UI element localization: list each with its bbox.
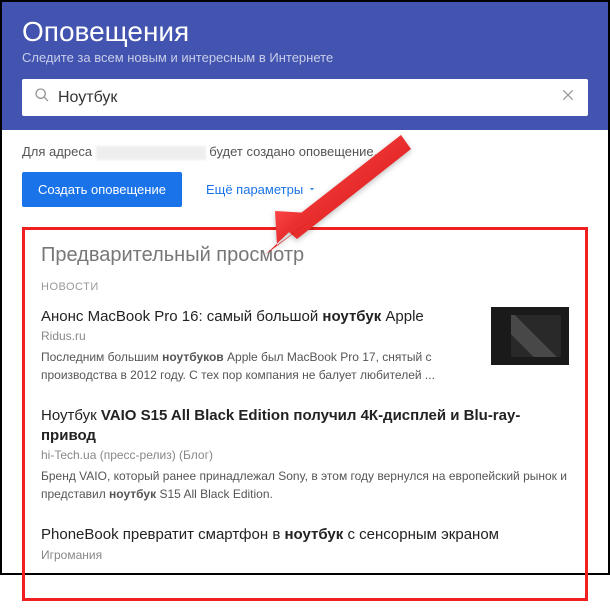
search-input[interactable] bbox=[58, 89, 560, 107]
news-source: Ridus.ru bbox=[41, 329, 479, 343]
news-title[interactable]: Анонс MacBook Pro 16: самый большой ноут… bbox=[41, 307, 479, 327]
header-banner: Оповещения Следите за всем новым и интер… bbox=[2, 2, 608, 130]
news-source: Игромания bbox=[41, 548, 569, 562]
news-item[interactable]: PhoneBook превратит смартфон в ноутбук с… bbox=[41, 525, 569, 562]
news-snippet: Последним большим ноутбуков Apple был Ma… bbox=[41, 348, 479, 384]
clear-icon[interactable] bbox=[560, 87, 576, 108]
news-item[interactable]: Ноутбук VAIO S15 All Black Edition получ… bbox=[41, 406, 569, 503]
preview-title: Предварительный просмотр bbox=[41, 244, 569, 267]
page-subtitle: Следите за всем новым и интересным в Инт… bbox=[22, 50, 588, 65]
news-title[interactable]: Ноутбук VAIO S15 All Black Edition получ… bbox=[41, 406, 569, 445]
news-source: hi-Tech.ua (пресс-релиз) (Блог) bbox=[41, 448, 569, 462]
news-item[interactable]: Анонс MacBook Pro 16: самый большой ноут… bbox=[41, 307, 569, 385]
section-news-label: НОВОСТИ bbox=[41, 281, 569, 293]
news-thumbnail[interactable] bbox=[491, 307, 569, 365]
preview-panel: Предварительный просмотр НОВОСТИ Анонс M… bbox=[22, 227, 588, 601]
search-icon bbox=[34, 87, 50, 108]
creation-info: Для адреса будет создано оповещение. bbox=[22, 144, 588, 160]
creation-suffix: будет создано оповещение. bbox=[209, 144, 377, 159]
page-title: Оповещения bbox=[22, 16, 588, 48]
blurred-email bbox=[96, 146, 206, 160]
creation-prefix: Для адреса bbox=[22, 144, 92, 159]
more-params-label: Ещё параметры bbox=[206, 182, 303, 197]
search-box[interactable] bbox=[22, 79, 588, 116]
news-snippet: Бренд VAIO, который ранее принадлежал So… bbox=[41, 467, 569, 503]
create-alert-button[interactable]: Создать оповещение bbox=[22, 172, 182, 207]
chevron-down-icon bbox=[307, 182, 317, 197]
more-params-link[interactable]: Ещё параметры bbox=[206, 182, 317, 197]
news-title[interactable]: PhoneBook превратит смартфон в ноутбук с… bbox=[41, 525, 569, 545]
